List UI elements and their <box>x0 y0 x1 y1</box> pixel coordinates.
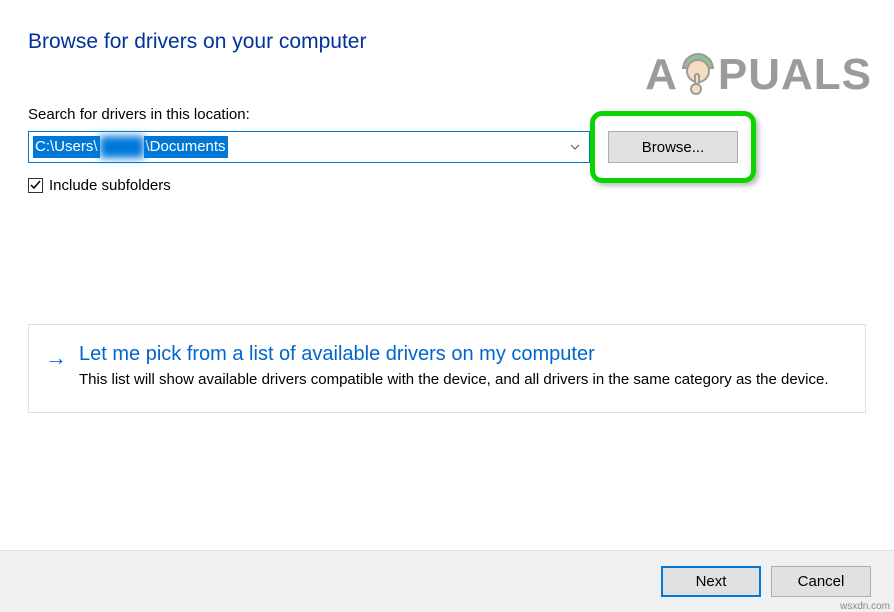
pick-option-title: Let me pick from a list of available dri… <box>79 343 829 366</box>
next-button[interactable]: Next <box>661 566 761 597</box>
search-location-label: Search for drivers in this location: <box>0 54 894 123</box>
cancel-button[interactable]: Cancel <box>771 566 871 597</box>
path-text-redacted <box>100 136 144 158</box>
path-text-suffix: \Documents <box>144 136 228 158</box>
page-title: Browse for drivers on your computer <box>0 0 894 54</box>
arrow-right-icon: → <box>45 345 67 390</box>
button-bar: Next Cancel wsxdn.com <box>0 550 894 612</box>
attribution-text: wsxdn.com <box>840 601 890 612</box>
path-text-prefix: C:\Users\ <box>33 136 100 158</box>
chevron-down-icon[interactable] <box>569 143 581 151</box>
pick-option-description: This list will show available drivers co… <box>79 370 829 390</box>
driver-path-combobox[interactable]: C:\Users\ \Documents <box>28 131 590 163</box>
checkmark-icon <box>30 180 41 191</box>
include-subfolders-checkbox[interactable] <box>28 178 43 193</box>
browse-button[interactable]: Browse... <box>608 131 738 163</box>
include-subfolders-label: Include subfolders <box>49 177 171 194</box>
pick-from-list-option[interactable]: → Let me pick from a list of available d… <box>28 324 866 413</box>
